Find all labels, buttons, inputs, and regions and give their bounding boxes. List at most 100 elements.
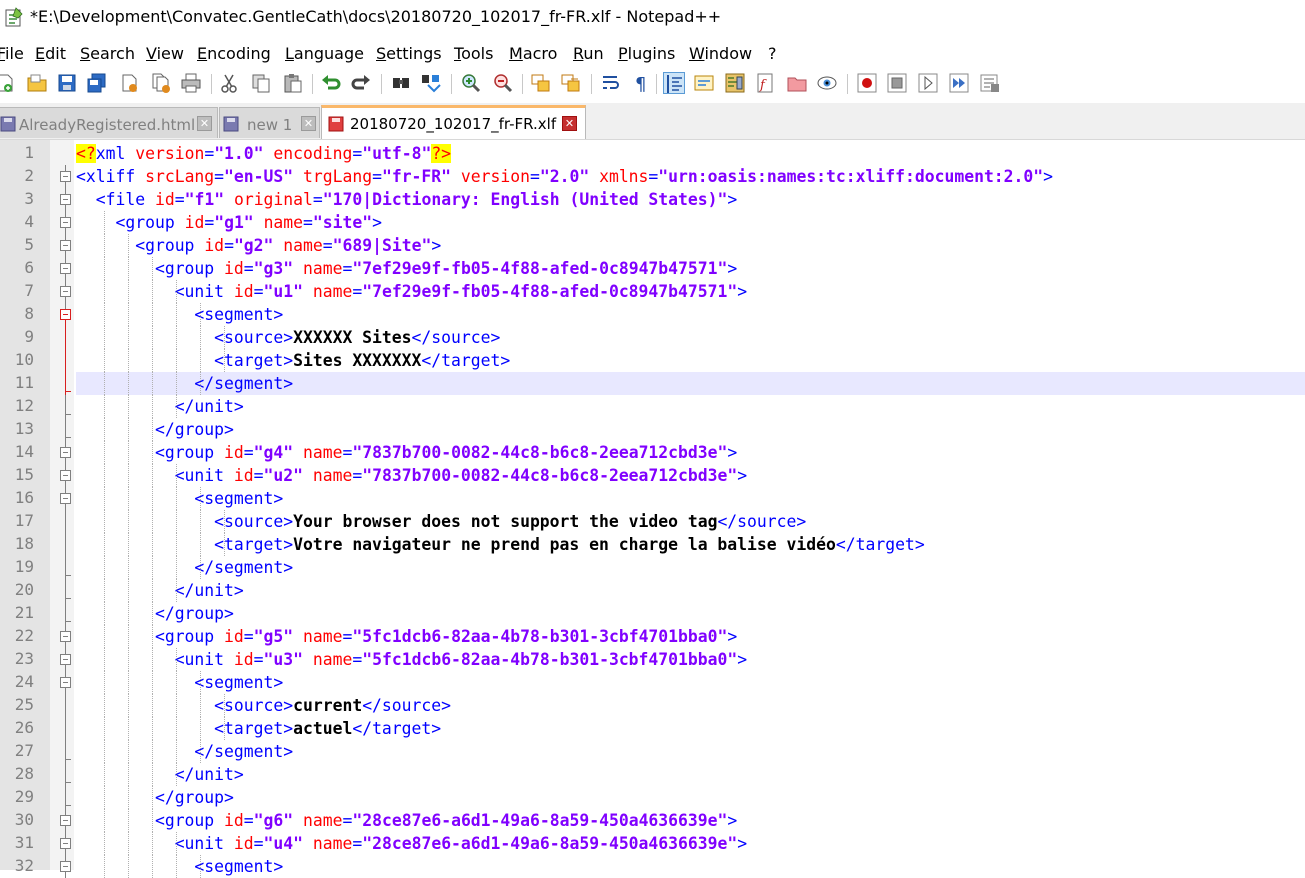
code-line[interactable]: <segment> xyxy=(76,855,1305,878)
menu-help[interactable]: ? xyxy=(768,44,777,63)
show-all-chars-icon[interactable]: ¶ xyxy=(630,72,652,94)
code-line[interactable]: <unit id="u2" name="7837b700-0082-44c8-b… xyxy=(76,464,1305,487)
code-line[interactable]: <unit id="u1" name="7ef29e9f-fb05-4f88-a… xyxy=(76,280,1305,303)
find-icon[interactable] xyxy=(390,72,412,94)
tab-close-icon[interactable]: ✕ xyxy=(301,116,316,131)
fold-toggle-icon[interactable] xyxy=(60,815,71,826)
zoom-out-icon[interactable] xyxy=(492,72,514,94)
code-line[interactable]: <segment> xyxy=(76,671,1305,694)
tab-new-1[interactable]: new 1 ✕ xyxy=(219,107,320,138)
monitor-icon[interactable] xyxy=(816,72,838,94)
sync-horizontal-icon[interactable] xyxy=(560,72,582,94)
code-line[interactable]: </group> xyxy=(76,418,1305,441)
menu-plugins[interactable]: Plugins xyxy=(618,44,675,63)
menu-tools[interactable]: Tools xyxy=(454,44,493,63)
code-line[interactable]: <xliff srcLang="en-US" trgLang="fr-FR" v… xyxy=(76,165,1305,188)
code-line[interactable]: <group id="g4" name="7837b700-0082-44c8-… xyxy=(76,441,1305,464)
undo-icon[interactable] xyxy=(320,72,342,94)
code-line[interactable]: <segment> xyxy=(76,487,1305,510)
fold-toggle-icon[interactable] xyxy=(60,217,71,228)
sync-vertical-icon[interactable] xyxy=(530,72,552,94)
code-line[interactable]: <segment> xyxy=(76,303,1305,326)
word-wrap-icon[interactable] xyxy=(600,72,622,94)
close-all-icon[interactable] xyxy=(150,72,172,94)
menu-file[interactable]: File xyxy=(0,44,24,63)
fold-toggle-icon[interactable] xyxy=(60,470,71,481)
code-line[interactable]: </group> xyxy=(76,602,1305,625)
tab-close-icon[interactable]: ✕ xyxy=(197,116,212,131)
code-line[interactable]: <source>XXXXXX Sites</source> xyxy=(76,326,1305,349)
code-line[interactable]: </unit> xyxy=(76,395,1305,418)
record-macro-icon[interactable] xyxy=(856,72,878,94)
code-line[interactable]: </unit> xyxy=(76,579,1305,602)
code-line[interactable]: <source>current</source> xyxy=(76,694,1305,717)
save-macro-icon[interactable] xyxy=(979,72,1001,94)
code-line[interactable]: </segment> xyxy=(76,556,1305,579)
code-line[interactable]: <group id="g6" name="28ce87e6-a6d1-49a6-… xyxy=(76,809,1305,832)
fold-toggle-icon[interactable] xyxy=(60,447,71,458)
tab-20180720-fr-fr-xlf[interactable]: 20180720_102017_fr-FR.xlf ✕ xyxy=(321,105,586,139)
tab-close-icon[interactable]: ✕ xyxy=(562,116,577,131)
fold-toggle-icon[interactable] xyxy=(60,677,71,688)
code-line[interactable]: <source>Your browser does not support th… xyxy=(76,510,1305,533)
menu-search[interactable]: Search xyxy=(80,44,135,63)
code-line[interactable]: </segment> xyxy=(76,372,1305,395)
fold-toggle-icon[interactable] xyxy=(60,194,71,205)
fold-toggle-icon[interactable] xyxy=(60,654,71,665)
code-line[interactable]: <target>Sites XXXXXXX</target> xyxy=(76,349,1305,372)
code-line[interactable]: <unit id="u3" name="5fc1dcb6-82aa-4b78-b… xyxy=(76,648,1305,671)
code-line[interactable]: <target>Votre navigateur ne prend pas en… xyxy=(76,533,1305,556)
fold-toggle-icon[interactable] xyxy=(60,286,71,297)
run-macro-multiple-icon[interactable] xyxy=(948,72,970,94)
fold-toggle-icon[interactable] xyxy=(60,493,71,504)
line-number: 16 xyxy=(14,488,34,507)
print-icon[interactable] xyxy=(180,72,202,94)
menu-run[interactable]: Run xyxy=(573,44,604,63)
code-line[interactable]: <target>actuel</target> xyxy=(76,717,1305,740)
menu-macro[interactable]: Macro xyxy=(509,44,557,63)
indent-guide-icon[interactable] xyxy=(663,72,685,94)
close-icon[interactable] xyxy=(118,72,140,94)
menu-encoding[interactable]: Encoding xyxy=(197,44,271,63)
code-line[interactable]: <file id="f1" original="170|Dictionary: … xyxy=(76,188,1305,211)
code-line[interactable]: </segment> xyxy=(76,740,1305,763)
new-file-icon[interactable] xyxy=(0,72,16,94)
fold-toggle-icon[interactable] xyxy=(60,171,71,182)
menu-view[interactable]: View xyxy=(146,44,184,63)
fold-toggle-icon[interactable] xyxy=(60,240,71,251)
save-all-icon[interactable] xyxy=(86,72,108,94)
fold-toggle-icon[interactable] xyxy=(60,861,71,872)
folder-workspace-icon[interactable] xyxy=(786,72,808,94)
replace-icon[interactable] xyxy=(420,72,442,94)
paste-icon[interactable] xyxy=(282,72,304,94)
code-line[interactable]: <group id="g5" name="5fc1dcb6-82aa-4b78-… xyxy=(76,625,1305,648)
code-line[interactable]: <group id="g3" name="7ef29e9f-fb05-4f88-… xyxy=(76,257,1305,280)
tab-alreadyregistered[interactable]: AlreadyRegistered.html ✕ xyxy=(0,107,218,138)
code-line[interactable]: </unit> xyxy=(76,763,1305,786)
fold-toggle-icon[interactable] xyxy=(60,309,71,320)
menu-edit[interactable]: Edit xyxy=(35,44,66,63)
code-line[interactable]: <?xml version="1.0" encoding="utf-8"?> xyxy=(76,142,1305,165)
stop-record-icon[interactable] xyxy=(886,72,908,94)
zoom-in-icon[interactable] xyxy=(460,72,482,94)
menu-language[interactable]: Language xyxy=(285,44,364,63)
menu-window[interactable]: Window xyxy=(689,44,752,63)
save-icon[interactable] xyxy=(56,72,78,94)
function-list-icon[interactable]: f xyxy=(754,72,776,94)
doc-map-icon[interactable] xyxy=(724,72,746,94)
code-line[interactable]: </group> xyxy=(76,786,1305,809)
play-macro-icon[interactable] xyxy=(917,72,939,94)
code-line[interactable]: <unit id="u4" name="28ce87e6-a6d1-49a6-8… xyxy=(76,832,1305,855)
code-line[interactable]: <group id="g1" name="site"> xyxy=(76,211,1305,234)
menu-settings[interactable]: Settings xyxy=(376,44,442,63)
redo-icon[interactable] xyxy=(350,72,372,94)
copy-icon[interactable] xyxy=(250,72,272,94)
cut-icon[interactable] xyxy=(218,72,240,94)
code-editor[interactable]: 1 2 3 4 5 6 7 8 9 10 11 12 13 14 15 16 17 18 19 20 21 22 23 24 2… xyxy=(0,140,1305,878)
fold-toggle-icon[interactable] xyxy=(60,838,71,849)
fold-toggle-icon[interactable] xyxy=(60,263,71,274)
open-file-icon[interactable] xyxy=(26,72,48,94)
fold-toggle-icon[interactable] xyxy=(60,631,71,642)
udl-icon[interactable] xyxy=(693,72,715,94)
code-line[interactable]: <group id="g2" name="689|Site"> xyxy=(76,234,1305,257)
